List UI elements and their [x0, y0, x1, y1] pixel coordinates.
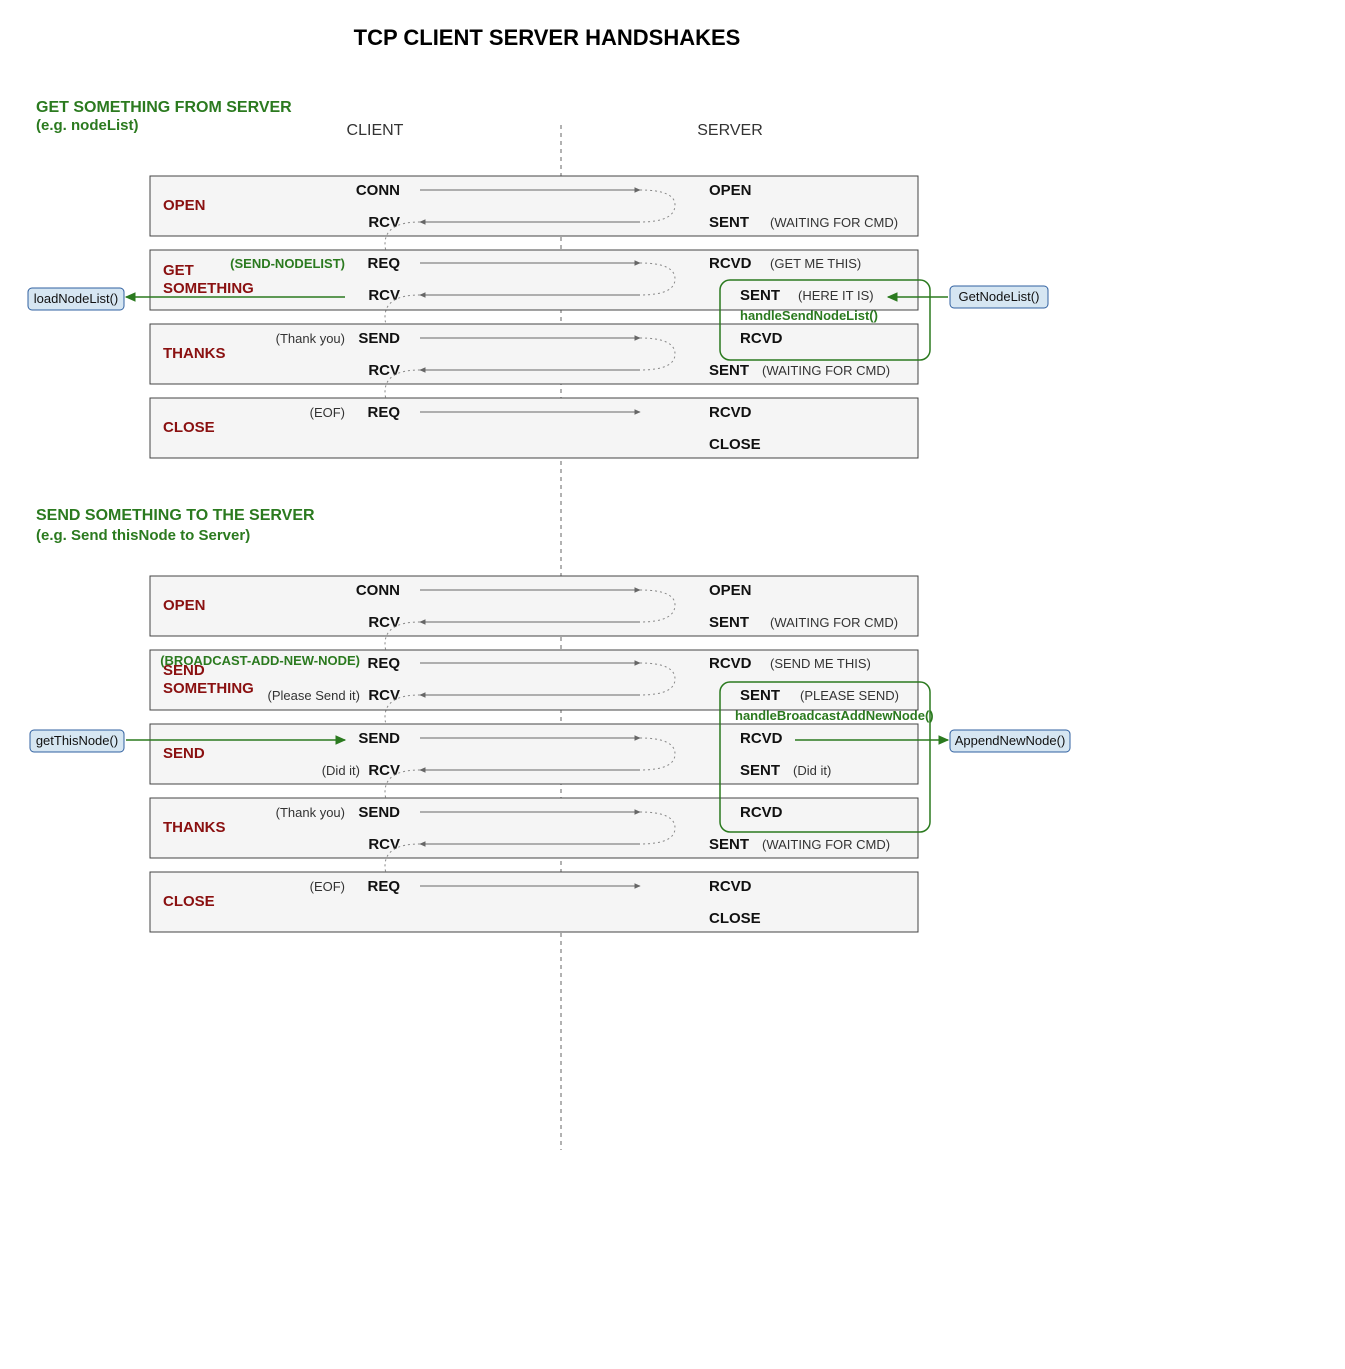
get-open-srv-sent: SENT: [709, 214, 749, 231]
st-wait: (WAITING FOR CMD): [762, 837, 890, 852]
stage-get-open: OPEN: [163, 197, 206, 214]
stage-get-something-2: SOMETHING: [163, 280, 254, 297]
so-rcv: RCV: [368, 614, 400, 631]
st-rcvd: RCVD: [740, 804, 783, 821]
col-server: SERVER: [697, 122, 763, 139]
stage-send-open: OPEN: [163, 597, 206, 614]
gt-send: SEND: [358, 330, 400, 347]
sc-close: CLOSE: [709, 910, 761, 927]
gt-rcvd: RCVD: [740, 330, 783, 347]
fn-getnodelist: GetNodeList(): [959, 289, 1040, 304]
section-get-sub: (e.g. nodeList): [36, 117, 139, 134]
st-sent: SENT: [709, 836, 749, 853]
col-client: CLIENT: [347, 122, 404, 139]
fn-appendnewnode: AppendNewNode(): [955, 733, 1066, 748]
gt-thank: (Thank you): [276, 331, 345, 346]
fn-loadnodelist: loadNodeList(): [34, 291, 119, 306]
handshake-diagram: TCP CLIENT SERVER HANDSHAKES CLIENT SERV…: [0, 0, 1345, 1369]
st-thank: (Thank you): [276, 805, 345, 820]
stage-send-something-2: SOMETHING: [163, 680, 254, 697]
fn-getthisnode: getThisNode(): [36, 733, 118, 748]
sd-rcvd: RCVD: [740, 730, 783, 747]
sc-rcvd: RCVD: [709, 878, 752, 895]
get-open-srv-open: OPEN: [709, 182, 752, 199]
sc-eof: (EOF): [310, 879, 345, 894]
sd-rcv: RCV: [368, 762, 400, 779]
sd-send: SEND: [358, 730, 400, 747]
get-open-rcv: RCV: [368, 214, 400, 231]
get-open-conn: CONN: [356, 182, 400, 199]
section-get-heading: GET SOMETHING FROM SERVER: [36, 99, 292, 116]
sd-did: (Did it): [322, 763, 360, 778]
ss-sendme: (SEND ME THIS): [770, 656, 871, 671]
sd-diditsrv: (Did it): [793, 763, 831, 778]
sd-sent: SENT: [740, 762, 780, 779]
gs-rcvd: RCVD: [709, 255, 752, 272]
gc-eof: (EOF): [310, 405, 345, 420]
ss-bcast: (BROADCAST-ADD-NEW-NODE): [160, 653, 360, 668]
so-open: OPEN: [709, 582, 752, 599]
gc-req: REQ: [367, 404, 400, 421]
st-rcv: RCV: [368, 836, 400, 853]
ss-pls: (PLEASE SEND): [800, 688, 899, 703]
stage-get-thanks: THANKS: [163, 345, 226, 362]
stage-get-something-1: GET: [163, 262, 194, 279]
gs-here: (HERE IT IS): [798, 288, 874, 303]
gt-sent: SENT: [709, 362, 749, 379]
stage-get-close: CLOSE: [163, 419, 215, 436]
stage-send-thanks: THANKS: [163, 819, 226, 836]
page-title: TCP CLIENT SERVER HANDSHAKES: [354, 25, 741, 50]
get-open-wait: (WAITING FOR CMD): [770, 215, 898, 230]
handler-sendnodelist: handleSendNodeList(): [740, 308, 878, 323]
gs-sendnodelist: (SEND-NODELIST): [230, 256, 345, 271]
section-send-sub: (e.g. Send thisNode to Server): [36, 527, 250, 544]
gc-rcvd: RCVD: [709, 404, 752, 421]
gt-wait: (WAITING FOR CMD): [762, 363, 890, 378]
gc-close: CLOSE: [709, 436, 761, 453]
ss-rcv: RCV: [368, 687, 400, 704]
handler-broadcast: handleBroadcastAddNewNode(): [735, 708, 934, 723]
send-close-row: [150, 872, 918, 932]
ss-rcvd: RCVD: [709, 655, 752, 672]
stage-send-close: CLOSE: [163, 893, 215, 910]
ss-req: REQ: [367, 655, 400, 672]
gs-req: REQ: [367, 255, 400, 272]
so-conn: CONN: [356, 582, 400, 599]
sc-req: REQ: [367, 878, 400, 895]
st-send: SEND: [358, 804, 400, 821]
gs-sent: SENT: [740, 287, 780, 304]
get-close-row: [150, 398, 918, 458]
so-wait: (WAITING FOR CMD): [770, 615, 898, 630]
section-send-heading: SEND SOMETHING TO THE SERVER: [36, 507, 315, 524]
ss-sent: SENT: [740, 687, 780, 704]
gs-getme: (GET ME THIS): [770, 256, 861, 271]
gt-rcv: RCV: [368, 362, 400, 379]
ss-plssend: (Please Send it): [268, 688, 361, 703]
stage-send-send: SEND: [163, 745, 205, 762]
so-sent: SENT: [709, 614, 749, 631]
gs-rcv: RCV: [368, 287, 400, 304]
